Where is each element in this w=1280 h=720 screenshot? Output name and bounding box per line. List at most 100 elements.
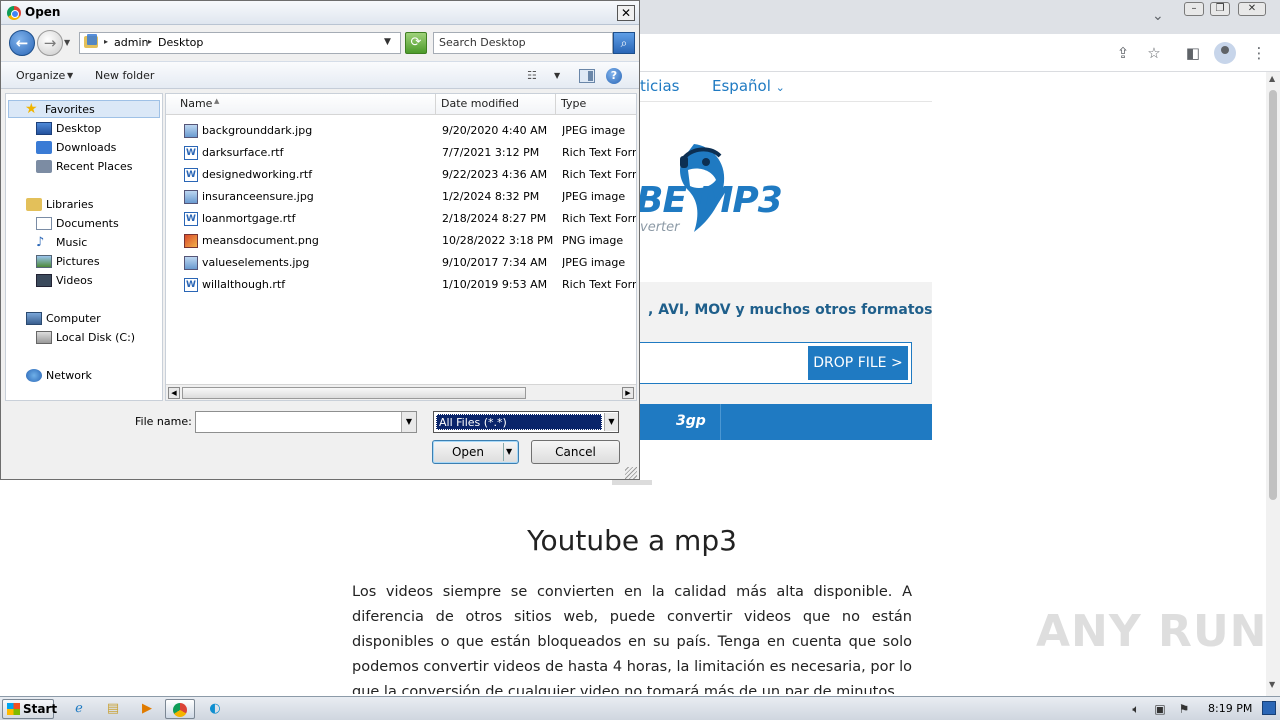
new-folder-button[interactable]: New folder [95, 69, 154, 82]
scroll-up-arrow-icon[interactable]: ▲ [1269, 74, 1275, 83]
speaker-icon[interactable]: 🔈︎ [1128, 701, 1144, 717]
start-button[interactable]: Start [2, 699, 57, 719]
page-paragraph: Los videos siempre se convierten en la c… [352, 584, 912, 694]
png-file-icon [184, 234, 198, 248]
format-bar: 3gp [640, 404, 932, 440]
scrollbar-thumb[interactable] [1269, 90, 1277, 500]
scrollbar-thumb[interactable] [182, 387, 526, 399]
edge-icon[interactable]: ◐ [200, 699, 230, 719]
open-button[interactable]: Open ▼ [432, 440, 519, 464]
dialog-nav-row: ← → ▼ ▸ admin ▸ Desktop ▼ ⟳ Search Deskt… [1, 26, 639, 60]
dialog-close-button[interactable]: ✕ [617, 5, 635, 21]
breadcrumb-chevron-icon[interactable]: ▸ [148, 37, 152, 46]
scroll-right-arrow-icon[interactable]: ▶ [622, 387, 634, 399]
file-row[interactable]: W darksurface.rtf 7/7/2021 3:12 PM Rich … [166, 143, 636, 163]
taskbar: Start ℯ ▤ ▶ ◐ 🔈︎ ▣ ⚑ 8:19 PM [0, 696, 1280, 720]
file-row[interactable]: meansdocument.png 10/28/2022 3:18 PM PNG… [166, 231, 636, 251]
file-row[interactable]: W willalthough.rtf 1/10/2019 9:53 AM Ric… [166, 275, 636, 295]
file-row[interactable]: valueselements.jpg 9/10/2017 7:34 AM JPE… [166, 253, 636, 273]
column-header-name[interactable]: Name ▲ [166, 94, 436, 114]
share-icon[interactable]: ⇪ [1112, 42, 1134, 64]
breadcrumb-admin[interactable]: admin [114, 36, 148, 49]
nav-item-favorites[interactable]: ★ Favorites [8, 100, 160, 118]
desktop-icon [36, 122, 52, 135]
nav-divider [640, 101, 932, 102]
file-explorer-icon[interactable]: ▤ [98, 699, 128, 719]
file-row[interactable]: W designedworking.rtf 9/22/2023 4:36 AM … [166, 165, 636, 185]
breadcrumb-desktop[interactable]: Desktop [158, 36, 203, 49]
scroll-left-arrow-icon[interactable]: ◀ [168, 387, 180, 399]
rtf-file-icon: W [184, 278, 198, 292]
breadcrumb-chevron-icon[interactable]: ▸ [104, 37, 108, 46]
horizontal-scrollbar[interactable]: ◀ ▶ [166, 384, 636, 400]
videos-icon [36, 274, 52, 287]
nav-link-language[interactable]: Español ⌄ [712, 77, 785, 95]
network-tray-icon[interactable]: ▣ [1152, 701, 1168, 717]
file-name-input[interactable] [195, 411, 417, 433]
pictures-icon [36, 255, 52, 268]
organize-button[interactable]: Organize [16, 69, 65, 82]
page-title: Youtube a mp3 [527, 524, 737, 557]
dialog-title: Open [25, 5, 61, 19]
scroll-down-arrow-icon[interactable]: ▼ [1269, 680, 1275, 689]
file-row[interactable]: backgrounddark.jpg 9/20/2020 4:40 AM JPE… [166, 121, 636, 141]
scroll-indicator [612, 480, 652, 485]
search-icon[interactable]: ⌕ [613, 32, 635, 54]
command-bar: Organize ▼ New folder ☷ ▼ ? [1, 61, 639, 89]
file-name-label: File name: [135, 415, 192, 428]
view-options-icon[interactable]: ☷ [527, 69, 543, 83]
organize-chevron-icon[interactable]: ▼ [67, 71, 73, 80]
file-type-select[interactable]: All Files (*.*) ▼ [433, 411, 619, 433]
star-icon: ★ [25, 101, 38, 117]
media-player-icon[interactable]: ▶ [132, 699, 162, 719]
action-center-flag-icon[interactable]: ⚑ [1176, 701, 1192, 717]
history-chevron-icon[interactable]: ▼ [64, 38, 70, 47]
tab-search-chevron-icon[interactable]: ⌄ [1152, 8, 1164, 24]
file-name-dropdown-icon[interactable]: ▼ [401, 412, 416, 432]
page-scrollbar[interactable]: ▲ ▼ [1266, 72, 1280, 696]
forward-button[interactable]: → [37, 30, 63, 56]
address-dropdown-icon[interactable]: ▼ [384, 37, 391, 47]
clock[interactable]: 8:19 PM [1208, 702, 1252, 715]
cancel-button[interactable]: Cancel [531, 440, 620, 464]
chrome-app-icon [7, 6, 21, 20]
file-type-dropdown-icon[interactable]: ▼ [604, 413, 618, 431]
open-split-divider [503, 443, 504, 461]
preview-pane-icon[interactable] [579, 69, 595, 83]
close-window-button[interactable]: ✕ [1238, 2, 1266, 16]
file-list: Name ▲ Date modified Type backgrounddark… [165, 93, 637, 401]
rtf-file-icon: W [184, 146, 198, 160]
refresh-button[interactable]: ⟳ [405, 32, 427, 54]
chrome-taskbar-icon[interactable] [165, 699, 195, 719]
show-desktop-icon[interactable] [1262, 701, 1276, 715]
dialog-titlebar[interactable]: Open ✕ [1, 1, 639, 25]
format-tab-3gp[interactable]: 3gp [676, 413, 706, 429]
nav-link-noticias[interactable]: ticias [640, 77, 679, 95]
network-icon [26, 369, 42, 382]
drop-file-button[interactable]: DROP FILE > [808, 346, 908, 380]
rtf-file-icon: W [184, 168, 198, 182]
address-bar[interactable]: ▸ admin ▸ Desktop ▼ [79, 32, 401, 54]
column-header-date[interactable]: Date modified [436, 94, 556, 114]
file-row[interactable]: insuranceensure.jpg 1/2/2024 8:32 PM JPE… [166, 187, 636, 207]
column-header-type[interactable]: Type [556, 94, 636, 114]
open-dropdown-icon[interactable]: ▼ [506, 441, 512, 463]
documents-icon [36, 217, 52, 230]
search-input[interactable]: Search Desktop [433, 32, 613, 54]
navigation-pane: ★ Favorites Desktop Downloads Recent Pla… [5, 93, 163, 401]
bookmark-star-icon[interactable]: ☆ [1143, 42, 1165, 64]
back-button[interactable]: ← [9, 30, 35, 56]
internet-explorer-icon[interactable]: ℯ [64, 699, 94, 719]
minimize-button[interactable]: – [1184, 2, 1204, 16]
site-logo[interactable]: BE MP3 [636, 180, 783, 221]
downloads-icon [36, 141, 52, 154]
jpeg-file-icon [184, 256, 198, 270]
help-icon[interactable]: ? [606, 68, 622, 84]
resize-grip[interactable] [625, 467, 637, 479]
side-panel-icon[interactable]: ◧ [1182, 42, 1204, 64]
restore-button[interactable]: ❐ [1210, 2, 1230, 16]
view-chevron-icon[interactable]: ▼ [554, 71, 560, 80]
file-row[interactable]: W loanmortgage.rtf 2/18/2024 8:27 PM Ric… [166, 209, 636, 229]
profile-avatar[interactable] [1214, 42, 1236, 64]
menu-kebab-icon[interactable]: ⋮ [1248, 42, 1270, 64]
